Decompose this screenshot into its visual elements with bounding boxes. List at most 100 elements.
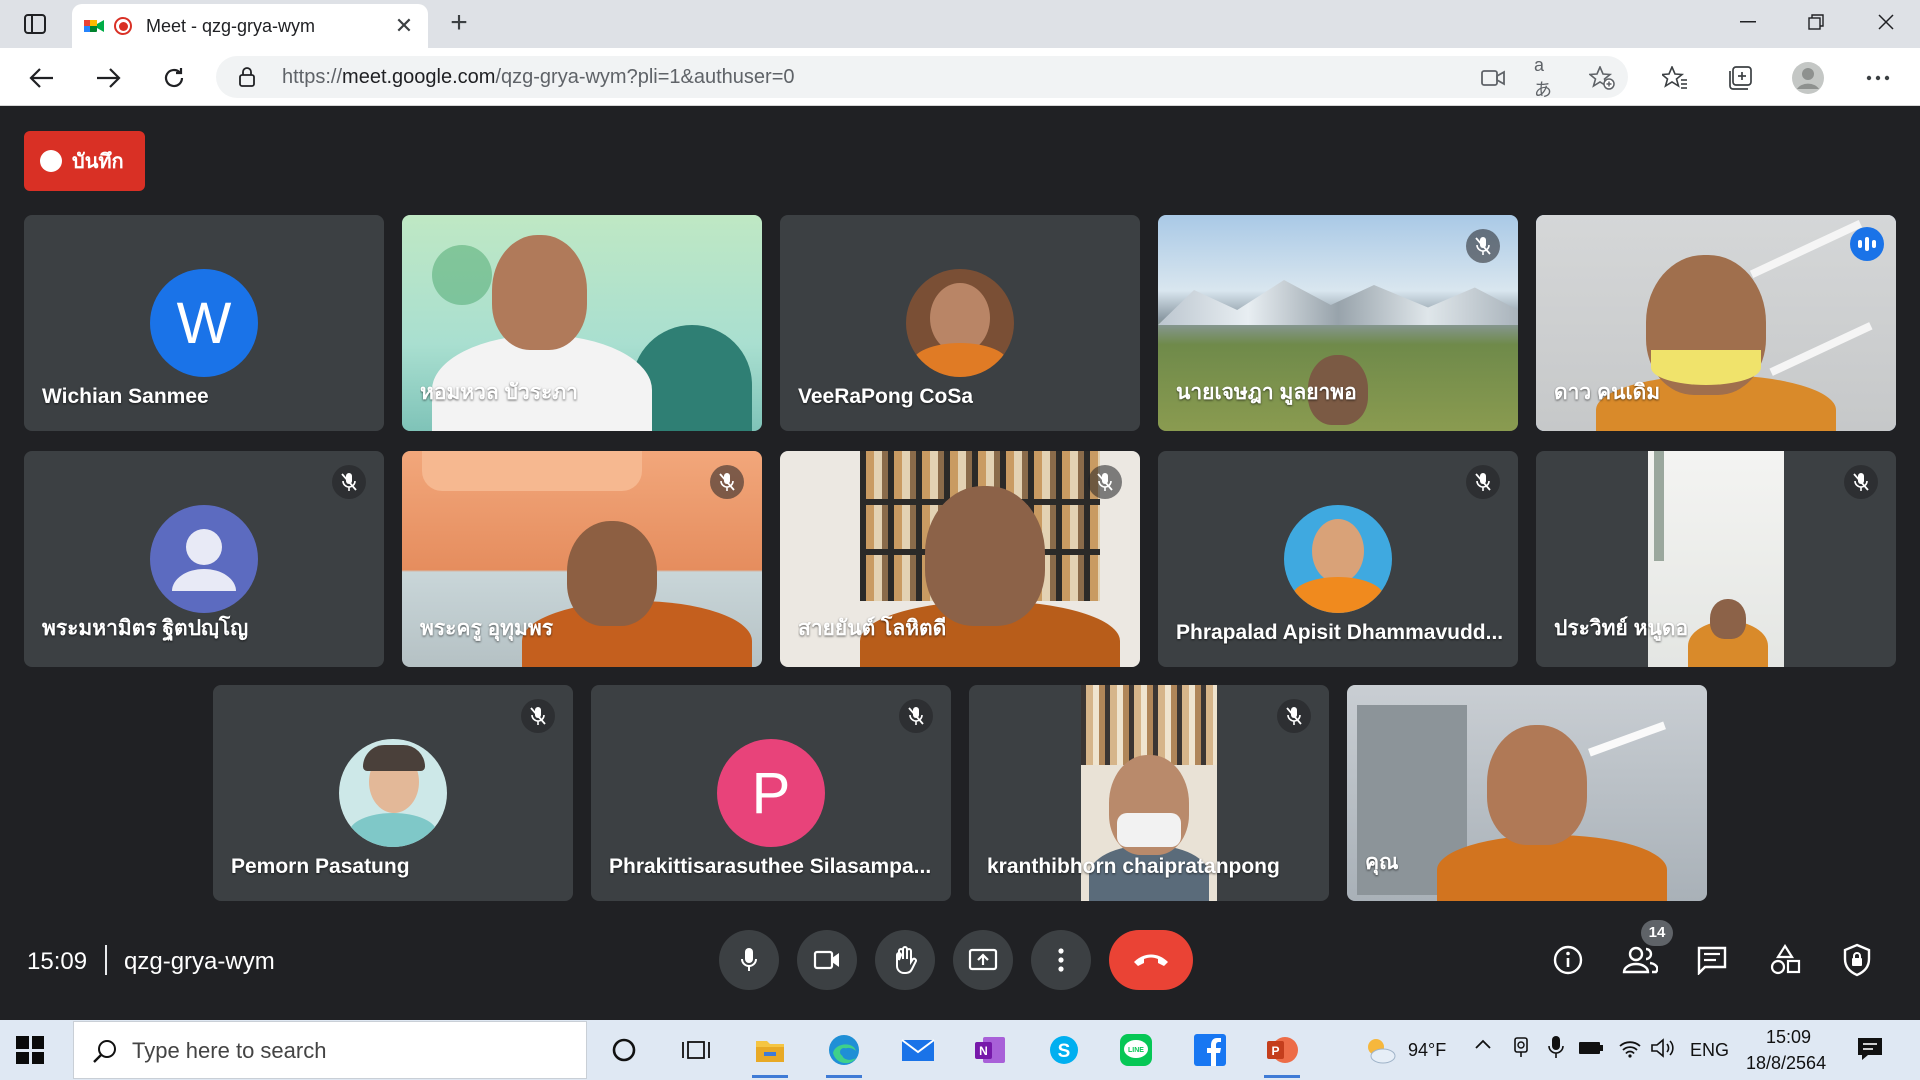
avatar	[339, 739, 447, 847]
input-language[interactable]: ENG	[1690, 1040, 1729, 1061]
participant-tile[interactable]: kranthibhorn chaipratanpong	[969, 685, 1329, 901]
volume-icon[interactable]	[1650, 1038, 1676, 1063]
url-field[interactable]: https://meet.google.com/qzg-grya-wym?pli…	[216, 55, 1628, 100]
facebook-icon[interactable]	[1186, 1028, 1234, 1072]
participant-tile[interactable]: สายยันต์ โลหิตดี	[780, 451, 1140, 667]
taskbar-search-input[interactable]: Type here to search	[73, 1021, 587, 1079]
notifications-icon[interactable]	[1856, 1036, 1884, 1067]
wifi-icon[interactable]	[1618, 1038, 1642, 1063]
present-screen-icon	[968, 948, 998, 971]
meeting-time: 15:09	[27, 948, 88, 975]
participant-tile-self[interactable]: คุณ	[1347, 685, 1707, 901]
participant-tile[interactable]: P Phrakittisarasuthee Silasampa...	[591, 685, 951, 901]
meeting-details-button[interactable]	[1550, 942, 1586, 978]
participant-tile-active-speaker[interactable]: ดาว คนเดิม	[1536, 215, 1896, 431]
minimize-button[interactable]	[1720, 0, 1776, 44]
back-button[interactable]	[25, 61, 59, 95]
svg-text:S: S	[1058, 1041, 1071, 1062]
present-screen-button[interactable]	[953, 930, 1013, 990]
svg-text:P: P	[1271, 1044, 1279, 1058]
favorites-icon[interactable]	[1659, 62, 1691, 94]
camera-in-use-icon[interactable]	[1480, 66, 1506, 90]
microphone-in-use-icon[interactable]	[1548, 1035, 1564, 1064]
camera-button[interactable]	[797, 930, 857, 990]
participant-name: คุณ	[1365, 851, 1399, 874]
meeting-code: qzg-grya-wym	[124, 948, 275, 975]
activities-button[interactable]	[1767, 942, 1803, 978]
show-hidden-icons-chevron-up-icon[interactable]	[1474, 1034, 1492, 1055]
edge-browser-icon[interactable]	[820, 1028, 868, 1078]
host-controls-button[interactable]	[1839, 942, 1875, 978]
close-window-button[interactable]	[1858, 0, 1914, 44]
participant-name: สายยันต์ โลหิตดี	[798, 617, 947, 640]
line-app-icon[interactable]: LINE	[1112, 1028, 1160, 1072]
tab-title: Meet - qzg-grya-wym	[146, 15, 316, 36]
weather-temperature[interactable]: 94°F	[1408, 1040, 1446, 1061]
avatar	[1284, 505, 1392, 613]
mic-off-icon	[1277, 699, 1311, 733]
participant-name: หอมหวล บัวระภา	[420, 381, 578, 404]
participant-tile[interactable]: พระครู อุทุมพร	[402, 451, 762, 667]
settings-more-icon[interactable]	[1862, 62, 1894, 94]
avatar	[906, 269, 1014, 377]
microphone-icon	[741, 948, 757, 971]
file-explorer-icon[interactable]	[746, 1028, 794, 1078]
participant-tile[interactable]: W Wichian Sanmee	[24, 215, 384, 431]
cortana-icon[interactable]	[600, 1028, 648, 1072]
participants-button[interactable]	[1622, 942, 1658, 978]
lock-icon[interactable]	[238, 67, 256, 87]
recording-badge[interactable]: บันทึก	[24, 131, 145, 191]
add-favorite-icon[interactable]	[1589, 66, 1615, 90]
mic-off-icon	[710, 465, 744, 499]
participant-tile[interactable]: นายเจษฎา มูลยาพอ	[1158, 215, 1518, 431]
restore-button[interactable]	[1788, 0, 1844, 44]
participant-name: พระมหามิตร ฐิตปญฺโญ	[42, 617, 249, 640]
more-options-button[interactable]	[1031, 930, 1091, 990]
taskbar: Type here to search N S LINE P 94°F ENG …	[0, 1020, 1920, 1080]
onenote-icon[interactable]: N	[966, 1028, 1014, 1072]
meet-now-icon[interactable]	[1512, 1036, 1530, 1063]
participant-name: Phrakittisarasuthee Silasampa...	[609, 855, 932, 878]
mic-off-icon	[1466, 229, 1500, 263]
participant-tile[interactable]: Phrapalad Apisit Dhammavudd...	[1158, 451, 1518, 667]
browser-tab-meet[interactable]: Meet - qzg-grya-wym ✕	[72, 4, 428, 48]
battery-icon[interactable]	[1578, 1040, 1604, 1061]
windows-start-icon[interactable]	[16, 1036, 44, 1064]
info-icon	[1553, 945, 1583, 975]
avatar: P	[717, 739, 825, 847]
read-aloud-icon[interactable]: aあ	[1534, 55, 1560, 100]
participant-tile[interactable]: VeeRaPong CoSa	[780, 215, 1140, 431]
chat-button[interactable]	[1694, 942, 1730, 978]
task-view-icon[interactable]	[672, 1028, 720, 1072]
tab-close-button[interactable]: ✕	[392, 13, 416, 39]
participant-name: Pemorn Pasatung	[231, 855, 410, 878]
chat-icon	[1697, 946, 1727, 975]
participant-tile[interactable]: Pemorn Pasatung	[213, 685, 573, 901]
new-tab-button[interactable]: +	[443, 8, 475, 40]
profile-avatar-icon[interactable]	[1792, 62, 1824, 94]
shield-lock-icon	[1843, 943, 1871, 977]
raise-hand-button[interactable]	[875, 930, 935, 990]
skype-icon[interactable]: S	[1040, 1028, 1088, 1072]
svg-text:N: N	[979, 1044, 988, 1058]
mic-off-icon	[521, 699, 555, 733]
participant-name: Wichian Sanmee	[42, 385, 209, 408]
participant-name: Phrapalad Apisit Dhammavudd...	[1176, 621, 1504, 644]
tab-actions-icon[interactable]	[16, 10, 54, 38]
microphone-button[interactable]	[719, 930, 779, 990]
weather-icon[interactable]	[1356, 1028, 1404, 1072]
clock-time[interactable]: 15:09	[1766, 1027, 1811, 1048]
reload-button[interactable]	[157, 61, 191, 95]
leave-call-button[interactable]	[1109, 930, 1193, 990]
participant-name: นายเจษฎา มูลยาพอ	[1176, 381, 1357, 404]
forward-button[interactable]	[91, 61, 125, 95]
powerpoint-icon[interactable]: P	[1258, 1028, 1306, 1078]
participant-tile[interactable]: พระมหามิตร ฐิตปญฺโญ	[24, 451, 384, 667]
participant-tile[interactable]: ประวิทย์ หนูดอ	[1536, 451, 1896, 667]
collections-icon[interactable]	[1724, 62, 1756, 94]
mail-icon[interactable]	[894, 1028, 942, 1072]
participant-tile[interactable]: หอมหวล บัวระภา	[402, 215, 762, 431]
participant-name: VeeRaPong CoSa	[798, 385, 974, 408]
clock-date[interactable]: 18/8/2564	[1746, 1053, 1826, 1074]
self-video	[1347, 685, 1707, 901]
